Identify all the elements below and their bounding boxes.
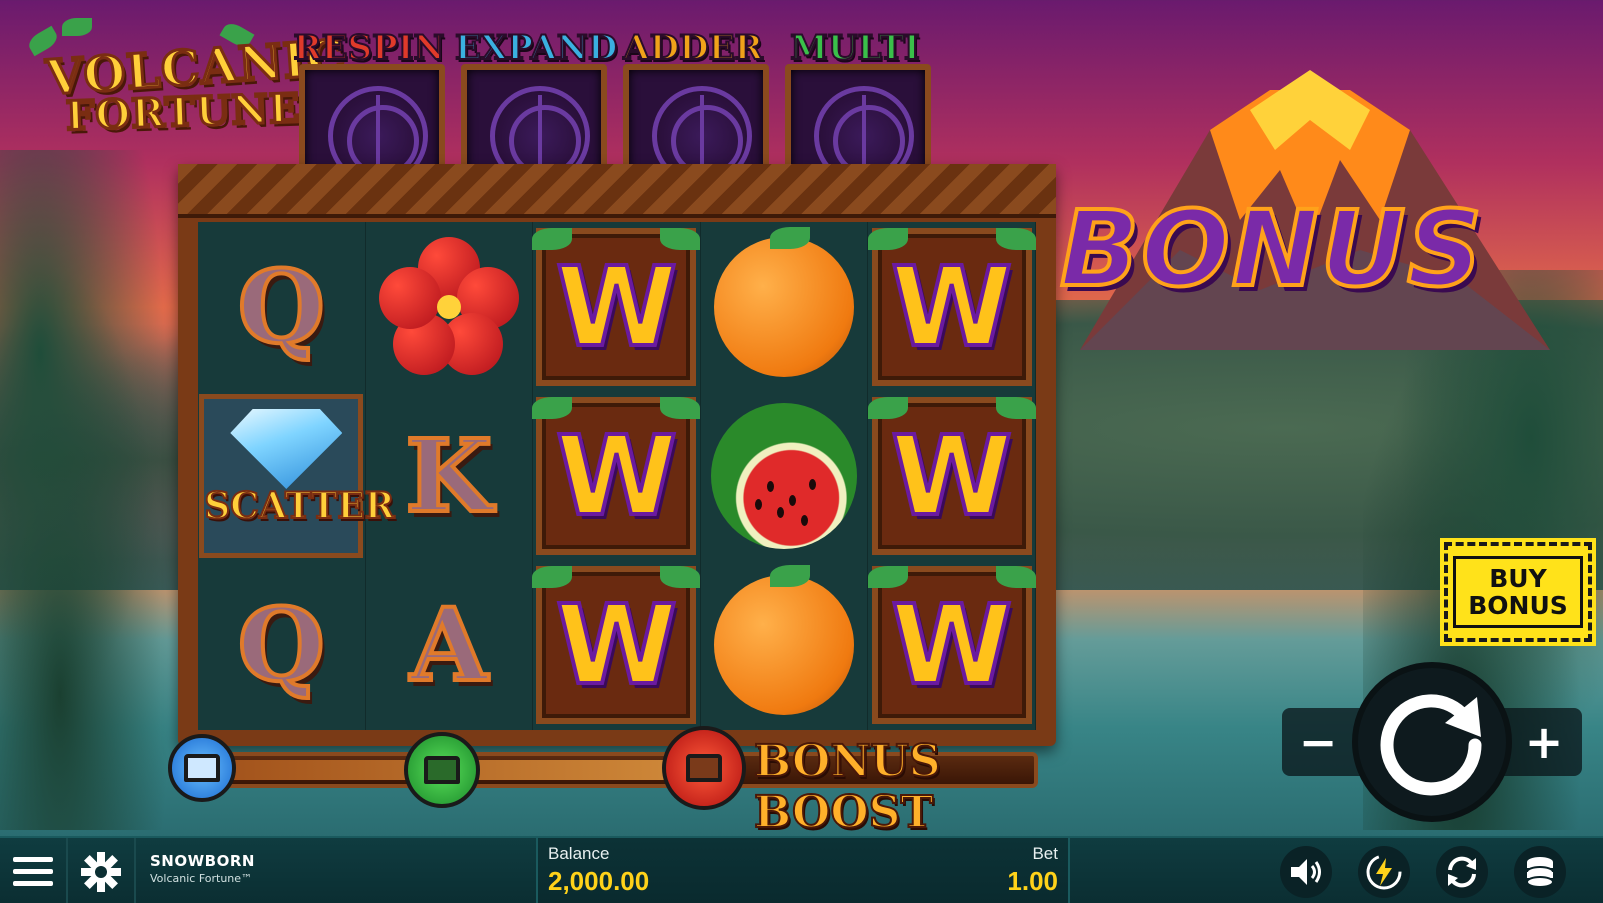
symbol-q: Q [236, 584, 327, 706]
menu-button[interactable] [0, 838, 68, 903]
diamond-icon [230, 408, 343, 489]
red-chest-icon [662, 726, 746, 810]
reel-cell: Q [198, 222, 366, 392]
foliage-left [0, 150, 200, 830]
symbol-q: Q [236, 246, 327, 368]
reel-grid: Q W W SCATTER K W W Q A W W [198, 222, 1036, 730]
reel-cell: W [532, 391, 701, 561]
buy-bonus-line2: BONUS [1468, 591, 1568, 620]
reel-cell: W [532, 560, 701, 730]
reel-cell: W [867, 560, 1036, 730]
reel-cell: W [867, 391, 1036, 561]
wild-symbol: W [532, 566, 701, 725]
feature-label: EXPAND [454, 27, 618, 69]
wild-symbol: W [867, 396, 1036, 555]
provider-name: SNOWBORN [150, 852, 255, 870]
hibiscus-icon [378, 236, 519, 377]
sound-button[interactable] [1280, 846, 1332, 898]
symbol-k: K [403, 415, 494, 537]
reel-cell: Q [198, 560, 366, 730]
blue-chest-icon [168, 734, 236, 802]
reel-cell [366, 222, 534, 392]
wild-symbol: W [867, 227, 1036, 386]
wild-label: W [889, 579, 1014, 711]
turbo-icon [1366, 854, 1402, 890]
frame-carving [178, 164, 1056, 218]
symbol-a: A [408, 584, 490, 706]
reel-cell [701, 222, 869, 392]
spin-button[interactable] [1352, 662, 1512, 822]
reel-cell: W [532, 222, 701, 392]
increase-bet-button[interactable]: + [1512, 710, 1576, 774]
menu-icon [13, 856, 53, 886]
brand-info: SNOWBORN Volcanic Fortune™ [150, 852, 255, 885]
provider-button[interactable] [68, 838, 136, 903]
wild-label: W [889, 410, 1014, 542]
wild-label: W [554, 241, 679, 373]
scatter-label: SCATTER [203, 484, 395, 528]
wild-symbol: W [532, 227, 701, 386]
snowflake-icon [81, 851, 121, 892]
wild-symbol: W [532, 396, 701, 555]
reel-cell [701, 391, 869, 561]
reel-cell [701, 560, 869, 730]
game-logo: VOLCANIC FORTUNE™ [22, 14, 349, 141]
wild-label: W [554, 410, 679, 542]
wild-label: W [554, 579, 679, 711]
autoplay-button[interactable] [1436, 846, 1488, 898]
turbo-button[interactable] [1358, 846, 1410, 898]
wild-symbol: W [867, 566, 1036, 725]
bonus-boost-label: BONUS BOOST [753, 735, 942, 839]
bonus-banner: BONUS [1058, 186, 1485, 312]
balance-value: 2,000.00 [548, 866, 650, 896]
autoplay-icon [1448, 856, 1476, 888]
spin-arrow-icon [1380, 694, 1482, 796]
green-chest-icon [404, 732, 480, 808]
orange-icon [714, 565, 855, 716]
coins-icon [1526, 857, 1554, 888]
feature-label: MULTI [789, 27, 921, 69]
reel-frame: Q W W SCATTER K W W Q A W W [178, 164, 1056, 746]
watermelon-icon [711, 402, 858, 549]
reel-cell: SCATTER [198, 391, 396, 561]
orange-icon [714, 226, 855, 377]
scatter-symbol: SCATTER [199, 393, 396, 558]
reel-cell: A [366, 560, 534, 730]
balance-label: Balance [548, 844, 610, 863]
bonus-boost-meter: BONUS BOOST [168, 726, 1048, 839]
feature-label: RESPIN [292, 27, 445, 69]
bottom-bar: SNOWBORN Volcanic Fortune™ Balance 2,000… [0, 836, 1603, 903]
reel-cell: K [366, 391, 534, 561]
coins-button[interactable] [1514, 846, 1566, 898]
leaf-icon [62, 18, 92, 36]
buy-bonus-label: BUY BONUS [1453, 556, 1583, 628]
feature-label: ADDER [622, 27, 764, 69]
bet-label: Bet [1032, 844, 1058, 863]
buy-bonus-line1: BUY [1489, 564, 1547, 593]
decrease-bet-button[interactable]: − [1286, 710, 1350, 774]
bet-value: 1.00 [1007, 866, 1058, 896]
sound-icon [1291, 859, 1321, 885]
game-name: Volcanic Fortune™ [150, 872, 253, 885]
reel-cell: W [867, 222, 1036, 392]
balance-bet-panel: Balance 2,000.00 Bet 1.00 [536, 838, 1070, 903]
buy-bonus-button[interactable]: BUY BONUS [1440, 538, 1596, 646]
wild-label: W [889, 241, 1014, 373]
